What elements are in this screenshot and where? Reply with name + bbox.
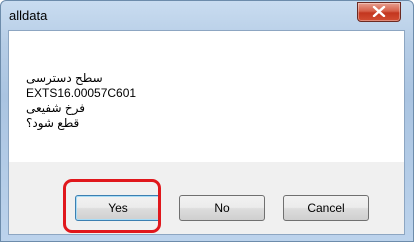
message-area: سطح دسترسی EXTS16.00057C601 فرخ شفیعی قط… [9,31,404,162]
title-bar[interactable]: alldata [1,1,413,31]
yes-highlight-annotation [63,179,161,233]
message-text: سطح دسترسی EXTS16.00057C601 فرخ شفیعی قط… [26,71,136,131]
message-line: فرخ شفیعی [26,101,85,115]
window-title: alldata [9,8,48,23]
message-line: EXTS16.00057C601 [26,86,137,100]
close-button[interactable] [357,2,401,22]
message-line: سطح دسترسی [26,71,103,85]
message-line: قطع شود؟ [26,116,80,130]
cancel-button[interactable]: Cancel [283,195,369,221]
no-button[interactable]: No [179,195,265,221]
close-icon [372,6,386,17]
